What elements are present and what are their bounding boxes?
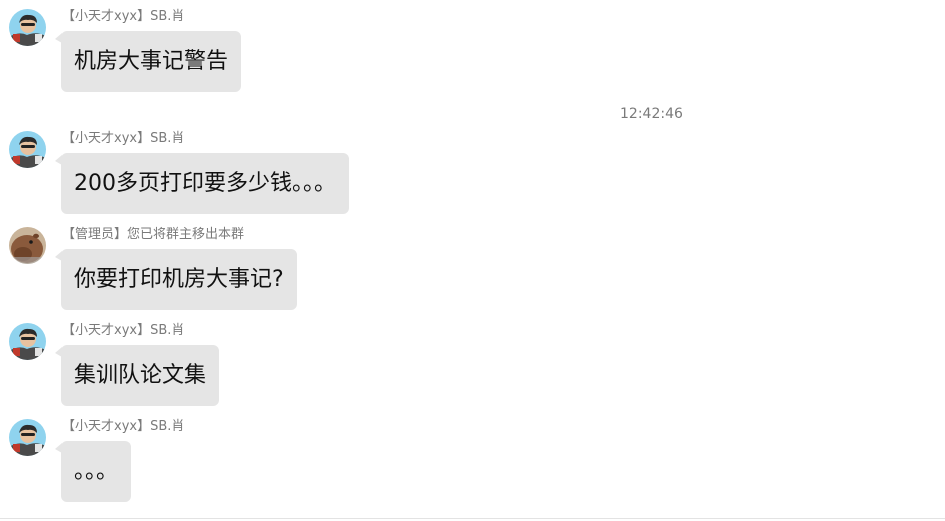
sender-name: 【管理员】您已将群主移出本群: [62, 227, 245, 242]
sender-name: 【小天才xyx】SB.肖: [62, 131, 185, 146]
chat-message: 【管理员】您已将群主移出本群 你要打印机房大事记?: [0, 227, 945, 313]
sender-name: 【小天才xyx】SB.肖: [62, 419, 185, 434]
message-bubble[interactable]: 。。。: [54, 441, 132, 502]
message-bubble[interactable]: 机房大事记警告: [54, 31, 242, 92]
cartoon-guy-avatar[interactable]: [9, 9, 46, 46]
message-timestamp: 12:42:46: [620, 106, 683, 122]
chat-message: 【小天才xyx】SB.肖 机房大事记警告: [0, 9, 945, 95]
capybara-avatar[interactable]: [9, 227, 46, 264]
chat-message: 【小天才xyx】SB.肖 。。。: [0, 419, 945, 505]
cartoon-guy-avatar[interactable]: [9, 131, 46, 168]
sender-name: 【小天才xyx】SB.肖: [62, 323, 185, 338]
divider: [0, 518, 945, 519]
message-bubble[interactable]: 集训队论文集: [54, 345, 220, 406]
chat-message: 【小天才xyx】SB.肖 集训队论文集: [0, 323, 945, 409]
message-bubble[interactable]: 200多页打印要多少钱。。。: [55, 153, 349, 214]
message-bubble[interactable]: 你要打印机房大事记?: [55, 249, 297, 310]
chat-message: 【小天才xyx】SB.肖 200多页打印要多少钱。。。: [0, 131, 945, 217]
chat-message-list[interactable]: 【小天才xyx】SB.肖 机房大事记警告 12:42:46 【小天才xyx】SB…: [0, 0, 945, 521]
cartoon-guy-avatar[interactable]: [9, 419, 46, 456]
sender-name: 【小天才xyx】SB.肖: [62, 9, 185, 24]
cartoon-guy-avatar[interactable]: [9, 323, 46, 360]
